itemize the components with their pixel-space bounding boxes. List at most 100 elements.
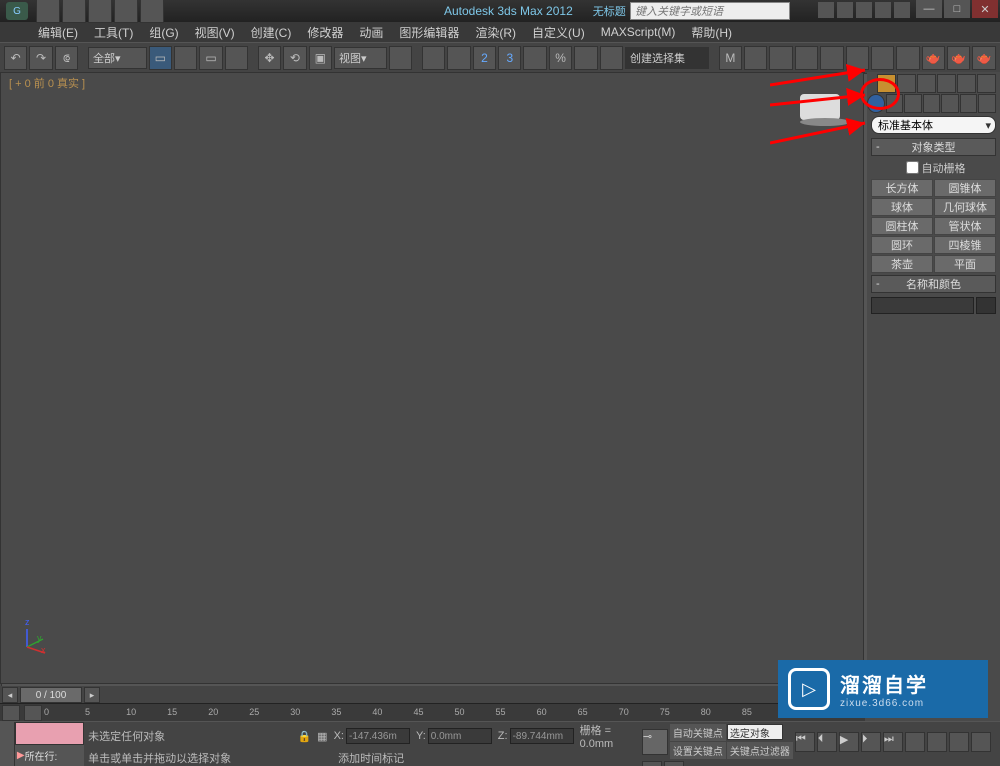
menu-group[interactable]: 组(G) bbox=[141, 22, 186, 43]
infocenter-btn[interactable] bbox=[818, 2, 834, 18]
nav-maximize-button[interactable] bbox=[664, 761, 684, 766]
scale-button[interactable]: ▣ bbox=[309, 46, 332, 70]
object-color-swatch[interactable] bbox=[976, 297, 996, 314]
add-time-tag[interactable]: 添加时间标记 bbox=[338, 750, 404, 766]
infocenter-btn[interactable] bbox=[875, 2, 891, 18]
status-drawer[interactable] bbox=[0, 722, 15, 766]
material-editor-button[interactable] bbox=[846, 46, 869, 70]
menu-modifiers[interactable]: 修改器 bbox=[299, 22, 351, 43]
setkey-button[interactable]: 设置关键点 bbox=[670, 742, 726, 759]
modify-tab[interactable] bbox=[897, 74, 916, 93]
snaps-2d-button[interactable]: 2 bbox=[473, 46, 496, 70]
align-button[interactable] bbox=[744, 46, 767, 70]
minimize-button[interactable]: — bbox=[916, 0, 942, 18]
tube-button[interactable]: 管状体 bbox=[934, 217, 996, 235]
app-logo-icon[interactable]: G bbox=[6, 2, 28, 20]
keyfilter-button[interactable]: 关键点过滤器 bbox=[727, 742, 793, 759]
menu-rendering[interactable]: 渲染(R) bbox=[467, 22, 524, 43]
goto-start-button[interactable]: ⏮ bbox=[795, 732, 815, 752]
render-setup-button[interactable] bbox=[871, 46, 894, 70]
angle-snap-button[interactable] bbox=[523, 46, 546, 70]
viewport[interactable]: [ + 0 前 0 真实 ] zyx bbox=[0, 72, 865, 684]
cylinder-button[interactable]: 圆柱体 bbox=[871, 217, 933, 235]
percent-snap-button[interactable]: % bbox=[549, 46, 572, 70]
autokey-button[interactable]: 自动关键点 bbox=[670, 724, 726, 741]
pyramid-button[interactable]: 四棱锥 bbox=[934, 236, 996, 254]
snaps-3d-button[interactable]: 3 bbox=[498, 46, 521, 70]
display-tab L _name=[interactable] bbox=[957, 74, 976, 93]
render-button[interactable]: 🫖 bbox=[922, 46, 945, 70]
track-bar[interactable]: 051015202530354045505560657075808590 bbox=[0, 703, 865, 722]
nav-zoom-button[interactable] bbox=[927, 732, 947, 752]
infocenter-btn[interactable] bbox=[856, 2, 872, 18]
manipulate-button[interactable] bbox=[422, 46, 445, 70]
timeslider-prev[interactable]: ◂ bbox=[2, 687, 18, 703]
menu-animation[interactable]: 动画 bbox=[351, 22, 391, 43]
time-slider[interactable]: ◂ 0 / 100 ▸ bbox=[0, 686, 865, 704]
shapes-tab[interactable] bbox=[886, 94, 904, 113]
menu-tools[interactable]: 工具(T) bbox=[86, 22, 141, 43]
utilities-tab[interactable] bbox=[977, 74, 996, 93]
frame-ruler[interactable]: 051015202530354045505560657075808590 bbox=[44, 705, 865, 721]
schematic-button[interactable] bbox=[820, 46, 843, 70]
qa-btn[interactable] bbox=[36, 0, 60, 23]
viewcube-placeholder-icon[interactable] bbox=[800, 90, 850, 130]
next-frame-button[interactable]: ⏵ bbox=[861, 732, 881, 752]
infocenter-btn[interactable] bbox=[837, 2, 853, 18]
cameras-tab[interactable] bbox=[923, 94, 941, 113]
nav-orbit-button[interactable] bbox=[642, 761, 662, 766]
menu-help[interactable]: 帮助(H) bbox=[683, 22, 740, 43]
menu-maxscript[interactable]: MAXScript(M) bbox=[593, 23, 684, 41]
nav-fov-button[interactable] bbox=[971, 732, 991, 752]
keyboard-button[interactable] bbox=[447, 46, 470, 70]
qa-btn[interactable] bbox=[140, 0, 164, 23]
menu-customize[interactable]: 自定义(U) bbox=[524, 22, 593, 43]
hierarchy-tab[interactable] bbox=[917, 74, 936, 93]
autogrid-checkbox[interactable]: 自动栅格 bbox=[871, 158, 996, 177]
lock-icon[interactable]: 🔒 bbox=[297, 730, 311, 743]
spinner-snap-button[interactable] bbox=[574, 46, 597, 70]
menu-create[interactable]: 创建(C) bbox=[243, 22, 300, 43]
systems-tab[interactable] bbox=[978, 94, 996, 113]
coord-y-input[interactable] bbox=[428, 728, 492, 744]
trackbar-toggle[interactable] bbox=[2, 705, 20, 721]
viewport-label[interactable]: [ + 0 前 0 真实 ] bbox=[9, 75, 85, 91]
qa-btn[interactable] bbox=[62, 0, 86, 23]
render-prod-button[interactable]: 🫖 bbox=[972, 46, 995, 70]
cone-button[interactable]: 圆锥体 bbox=[934, 179, 996, 197]
layers-button[interactable] bbox=[769, 46, 792, 70]
sphere-button[interactable]: 球体 bbox=[871, 198, 933, 216]
play-button[interactable]: ▶ bbox=[839, 732, 859, 752]
named-selection-dropdown[interactable]: 创建选择集 bbox=[625, 47, 709, 69]
plane-button[interactable]: 平面 bbox=[934, 255, 996, 273]
helpers-tab[interactable] bbox=[941, 94, 959, 113]
curve-editor-button[interactable] bbox=[795, 46, 818, 70]
rendered-frame-button[interactable] bbox=[896, 46, 919, 70]
menu-grapheditors[interactable]: 图形编辑器 bbox=[391, 22, 467, 43]
pivot-button[interactable] bbox=[389, 46, 412, 70]
coord-z-input[interactable] bbox=[510, 728, 574, 744]
qa-btn[interactable] bbox=[114, 0, 138, 23]
rotate-button[interactable]: ⟲ bbox=[283, 46, 306, 70]
geosphere-button[interactable]: 几何球体 bbox=[934, 198, 996, 216]
macro-recorder[interactable] bbox=[15, 722, 84, 745]
create-tab[interactable] bbox=[877, 74, 896, 93]
timeslider-handle[interactable]: 0 / 100 bbox=[20, 687, 82, 703]
box-button[interactable]: 长方体 bbox=[871, 179, 933, 197]
motion-tab[interactable] bbox=[937, 74, 956, 93]
maximize-button[interactable]: □ bbox=[944, 0, 970, 18]
refcoord-dropdown[interactable]: 视图 ▾ bbox=[334, 47, 387, 69]
edit-named-button[interactable] bbox=[600, 46, 623, 70]
select-name-button[interactable] bbox=[174, 46, 197, 70]
goto-end-button[interactable]: ⏭ bbox=[883, 732, 903, 752]
object-name-input[interactable] bbox=[871, 297, 974, 314]
menu-views[interactable]: 视图(V) bbox=[187, 22, 243, 43]
name-color-rollout[interactable]: -名称和颜色 bbox=[871, 275, 996, 293]
link-button[interactable]: ⟃ bbox=[55, 46, 78, 70]
menu-edit[interactable]: 编辑(E) bbox=[30, 22, 86, 43]
render-last-button[interactable]: 🫖 bbox=[947, 46, 970, 70]
window-crossing-button[interactable] bbox=[225, 46, 248, 70]
primitive-category-dropdown[interactable]: 标准基本体 bbox=[871, 116, 996, 134]
nav-pan-button[interactable] bbox=[905, 732, 925, 752]
setkey-large-button[interactable]: ⊸ bbox=[642, 729, 668, 755]
